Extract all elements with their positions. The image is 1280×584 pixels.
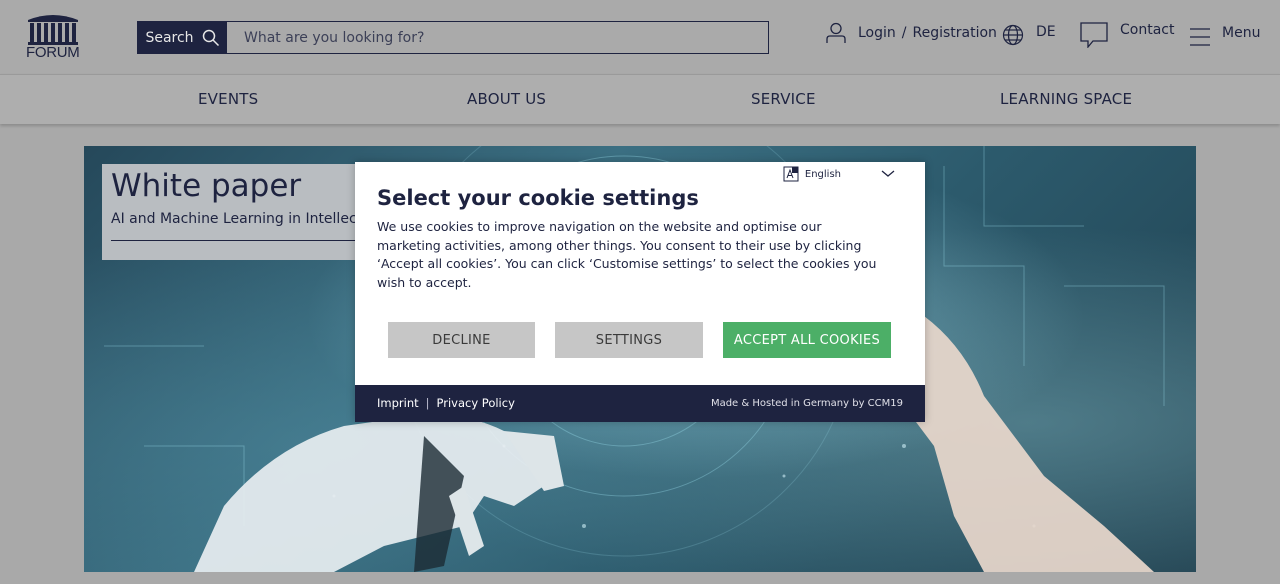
forum-columns-icon xyxy=(28,15,78,45)
cookie-dialog-text: We use cookies to improve navigation on … xyxy=(377,219,877,290)
search-input[interactable] xyxy=(227,22,768,53)
menu-label: Menu xyxy=(1222,25,1261,41)
registration-link[interactable]: Registration xyxy=(913,25,997,41)
privacy-policy-link[interactable]: Privacy Policy xyxy=(437,396,515,410)
cookie-footer-links: Imprint | Privacy Policy xyxy=(377,396,515,410)
main-nav: EVENTS ABOUT US SERVICE LEARNING SPACE xyxy=(0,74,1280,124)
logo-text: FORUM xyxy=(26,44,80,61)
cookie-dialog-footer: Imprint | Privacy Policy Made & Hosted i… xyxy=(355,385,925,422)
translate-icon xyxy=(783,166,799,182)
chat-bubble-icon xyxy=(1080,22,1108,48)
contact-label: Contact xyxy=(1120,22,1175,38)
cookie-consent-dialog: English Select your cookie settings We u… xyxy=(355,162,925,422)
nav-item-about-us[interactable]: ABOUT US xyxy=(467,90,546,108)
contact-link[interactable]: Contact xyxy=(1080,22,1174,48)
settings-button[interactable]: SETTINGS xyxy=(555,322,703,358)
chevron-down-icon xyxy=(881,170,895,177)
footer-separator: | xyxy=(425,396,430,410)
menu-button[interactable]: Menu xyxy=(1190,25,1261,47)
login-separator: / xyxy=(901,25,907,41)
cookie-dialog-title: Select your cookie settings xyxy=(377,186,699,210)
globe-icon xyxy=(1002,24,1024,46)
search-button-label: Search xyxy=(145,29,194,46)
hamburger-icon xyxy=(1190,28,1210,46)
search-bar: Search xyxy=(137,21,769,54)
user-icon xyxy=(826,22,846,43)
cookie-language-label: English xyxy=(804,168,841,180)
language-switch[interactable]: DE xyxy=(1002,24,1056,46)
accept-all-cookies-button[interactable]: ACCEPT ALL COOKIES xyxy=(723,322,891,358)
nav-item-learning-space[interactable]: LEARNING SPACE xyxy=(1000,90,1132,108)
hero-title-rule xyxy=(111,240,391,241)
login-registration: Login / Registration xyxy=(826,22,997,44)
language-label: DE xyxy=(1036,24,1056,40)
imprint-link[interactable]: Imprint xyxy=(377,396,419,410)
ccm19-credit[interactable]: Made & Hosted in Germany by CCM19 xyxy=(711,398,903,409)
search-button[interactable]: Search xyxy=(138,22,227,53)
login-link[interactable]: Login xyxy=(858,25,896,41)
nav-item-service[interactable]: SERVICE xyxy=(751,90,816,108)
site-header: FORUM Search Login / Registration xyxy=(0,0,1280,74)
cookie-language-select[interactable]: English xyxy=(783,166,895,182)
search-icon xyxy=(202,29,219,46)
hero-title: White paper xyxy=(111,168,302,204)
nav-item-events[interactable]: EVENTS xyxy=(198,90,258,108)
decline-button[interactable]: DECLINE xyxy=(388,322,535,358)
